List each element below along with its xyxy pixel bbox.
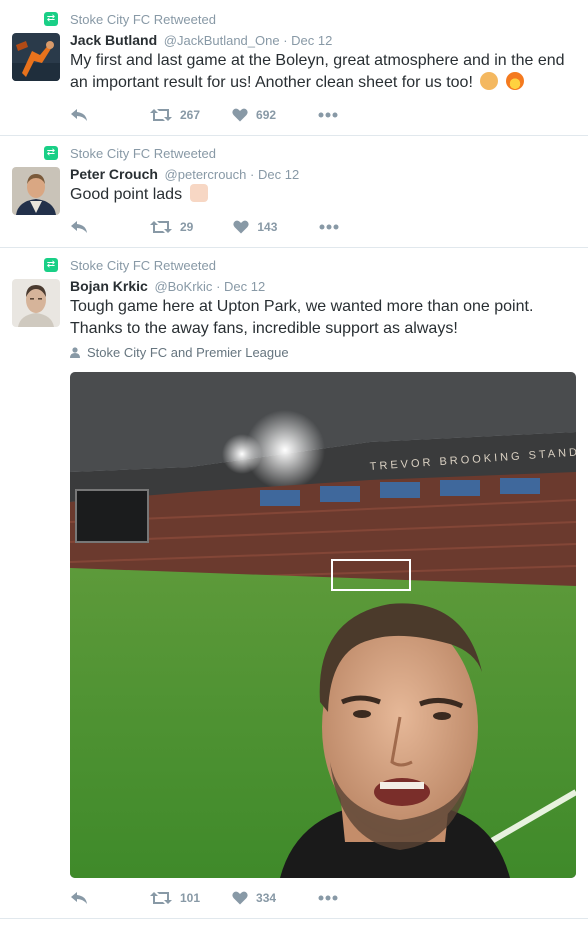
avatar[interactable]	[12, 167, 60, 215]
more-button[interactable]	[318, 112, 338, 118]
like-count: 334	[256, 891, 277, 905]
tagged-users-label: Stoke City FC and Premier League	[87, 345, 289, 360]
fist-emoji-icon	[480, 72, 499, 90]
retweet-count: 101	[180, 891, 201, 905]
reply-button[interactable]	[70, 220, 88, 234]
tweet-actions: 29 143	[70, 218, 367, 236]
author-handle[interactable]: @JackButland_One	[164, 33, 280, 48]
tweet-item[interactable]: ⇄ Stoke City FC Retweeted Jack Butland @…	[0, 0, 588, 136]
author-name[interactable]: Jack Butland	[70, 32, 157, 48]
more-button[interactable]	[319, 224, 339, 230]
reply-icon	[71, 892, 87, 904]
avatar[interactable]	[12, 33, 60, 81]
retweet-badge-icon: ⇄	[44, 258, 58, 272]
tweet-item[interactable]: ⇄ Stoke City FC Retweeted Peter Crouch @…	[0, 136, 588, 248]
tweet-text: Tough game here at Upton Park, we wanted…	[70, 298, 534, 337]
like-button[interactable]: 692	[232, 108, 276, 122]
retweet-context: ⇄ Stoke City FC Retweeted	[44, 145, 216, 161]
tweet-text: Good point lads	[70, 184, 570, 206]
reply-icon	[71, 221, 87, 233]
retweet-button[interactable]: 267	[150, 108, 200, 122]
reply-button[interactable]	[70, 891, 88, 905]
person-icon	[70, 347, 80, 358]
thumbs-up-emoji-icon	[189, 184, 208, 202]
like-count: 143	[257, 220, 278, 234]
retweet-icon	[150, 892, 172, 904]
tweet-date[interactable]: Dec 12	[224, 279, 265, 294]
tweet-actions: 267 692	[70, 106, 366, 124]
tweet-date[interactable]: Dec 12	[258, 167, 299, 182]
retweet-count: 267	[180, 108, 201, 122]
author-handle[interactable]: @BoKrkic	[154, 279, 212, 294]
tagged-users[interactable]: Stoke City FC and Premier League	[70, 345, 289, 360]
separator: ·	[216, 279, 225, 294]
more-icon	[319, 224, 339, 230]
tweet-actions: 101 334	[70, 889, 366, 907]
retweet-button[interactable]: 101	[150, 891, 200, 905]
tweet-header: Bojan Krkic @BoKrkic · Dec 12	[70, 278, 265, 294]
author-name[interactable]: Bojan Krkic	[70, 278, 148, 294]
author-name[interactable]: Peter Crouch	[70, 166, 158, 182]
more-icon	[318, 112, 338, 118]
retweet-context: ⇄ Stoke City FC Retweeted	[44, 257, 216, 273]
like-button[interactable]: 334	[232, 891, 276, 905]
tweet-date[interactable]: Dec 12	[291, 33, 332, 48]
retweet-context: ⇄ Stoke City FC Retweeted	[44, 11, 216, 27]
heart-icon	[232, 108, 248, 122]
heart-icon	[232, 891, 248, 905]
retweet-label[interactable]: Stoke City FC Retweeted	[70, 146, 216, 161]
like-button[interactable]: 143	[233, 220, 277, 234]
more-icon	[318, 895, 338, 901]
separator: ·	[250, 167, 258, 182]
author-handle[interactable]: @petercrouch	[165, 167, 247, 182]
retweet-count: 29	[180, 220, 194, 234]
retweet-icon	[150, 109, 172, 121]
stadium-selfie-image: TREVOR BROOKING STAND	[70, 372, 576, 878]
separator: ·	[283, 33, 292, 48]
more-button[interactable]	[318, 895, 338, 901]
fire-emoji-icon	[505, 72, 524, 90]
retweet-label[interactable]: Stoke City FC Retweeted	[70, 12, 216, 27]
tweet-text: My first and last game at the Boleyn, gr…	[70, 50, 570, 94]
tweet-header: Jack Butland @JackButland_One · Dec 12	[70, 32, 332, 48]
retweet-badge-icon: ⇄	[44, 12, 58, 26]
reply-icon	[71, 109, 87, 121]
retweet-button[interactable]: 29	[150, 220, 193, 234]
like-count: 692	[256, 108, 277, 122]
tweet-header: Peter Crouch @petercrouch · Dec 12	[70, 166, 299, 182]
retweet-badge-icon: ⇄	[44, 146, 58, 160]
tweet-item[interactable]: ⇄ Stoke City FC Retweeted Bojan Krkic @B…	[0, 248, 588, 919]
reply-button[interactable]	[70, 108, 88, 122]
retweet-label[interactable]: Stoke City FC Retweeted	[70, 258, 216, 273]
avatar[interactable]	[12, 279, 60, 327]
tweet-photo[interactable]: TREVOR BROOKING STAND	[70, 372, 576, 878]
tweet-text-content: Good point lads	[70, 186, 183, 203]
heart-icon	[233, 220, 249, 234]
retweet-icon	[150, 221, 172, 233]
